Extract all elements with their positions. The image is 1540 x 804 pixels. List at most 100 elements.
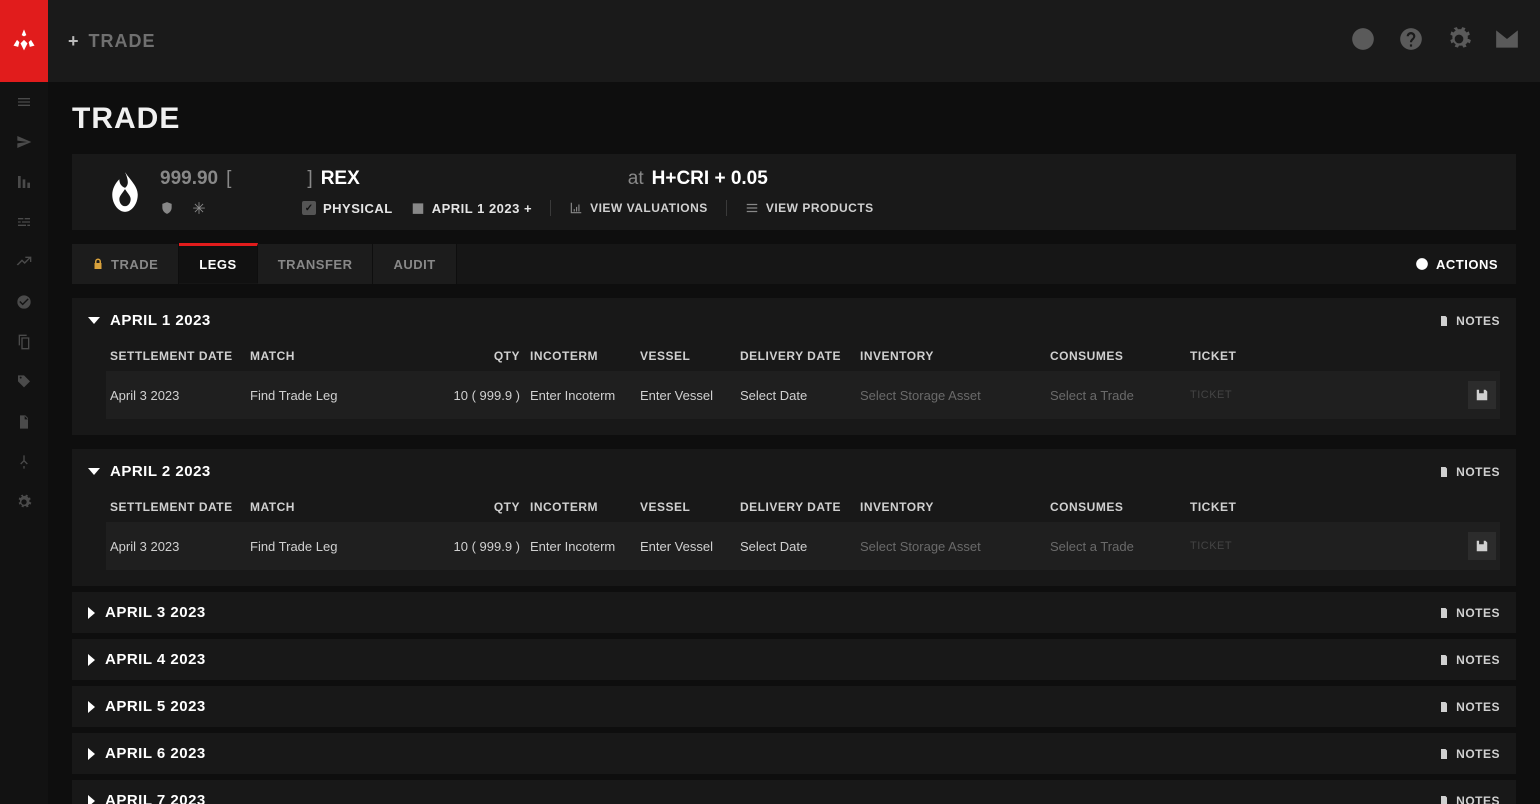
- day-header[interactable]: APRIL 3 2023 NOTES: [88, 604, 1500, 621]
- sliders-icon[interactable]: [0, 202, 48, 242]
- shield-icon[interactable]: [160, 201, 174, 215]
- leg-table-header: SETTLEMENT DATE MATCH QTY INCOTERM VESSE…: [106, 494, 1500, 520]
- send-icon[interactable]: [0, 122, 48, 162]
- day-header[interactable]: APRIL 2 2023 NOTES: [88, 463, 1500, 480]
- incoterm-cell[interactable]: Enter Incoterm: [530, 539, 630, 554]
- topbar-add-trade[interactable]: + TRADE: [68, 31, 156, 52]
- mail-icon[interactable]: [1494, 26, 1520, 57]
- inventory-cell[interactable]: Select Storage Asset: [860, 539, 1040, 554]
- summary-price: H+CRI + 0.05: [652, 168, 768, 190]
- vessel-cell[interactable]: Enter Vessel: [640, 539, 730, 554]
- main-area: + TRADE TRADE 999.90 [ ] REX: [48, 0, 1540, 804]
- document-icon: [1438, 653, 1450, 667]
- app-logo[interactable]: [0, 0, 48, 82]
- vessel-cell[interactable]: Enter Vessel: [640, 388, 730, 403]
- chevron-circle-down-icon: [1415, 257, 1429, 271]
- physical-checkbox[interactable]: ✓ PHYSICAL: [302, 201, 393, 216]
- help-icon[interactable]: [1398, 26, 1424, 57]
- caret-right-icon: [88, 795, 95, 804]
- branch-icon[interactable]: [0, 442, 48, 482]
- document-icon: [1438, 314, 1450, 328]
- view-valuations-button[interactable]: VIEW VALUATIONS: [569, 201, 708, 215]
- day-title: APRIL 5 2023: [105, 698, 206, 715]
- chevron-circle-icon[interactable]: [1350, 26, 1376, 57]
- delivery-date-cell[interactable]: Select Date: [740, 388, 850, 403]
- save-button[interactable]: [1468, 532, 1496, 560]
- summary-amount: 999.90: [160, 168, 218, 190]
- save-icon: [1475, 539, 1489, 553]
- notes-button[interactable]: NOTES: [1438, 314, 1500, 328]
- notes-button[interactable]: NOTES: [1438, 747, 1500, 761]
- lock-icon: [92, 258, 104, 270]
- ticket-cell[interactable]: TICKET: [1190, 389, 1446, 401]
- incoterm-cell[interactable]: Enter Incoterm: [530, 388, 630, 403]
- notes-button[interactable]: NOTES: [1438, 700, 1500, 714]
- day-header[interactable]: APRIL 5 2023 NOTES: [88, 698, 1500, 715]
- caret-right-icon: [88, 654, 95, 666]
- day-title: APRIL 4 2023: [105, 651, 206, 668]
- caret-right-icon: [88, 748, 95, 760]
- tag-icon[interactable]: [0, 362, 48, 402]
- consumes-cell[interactable]: Select a Trade: [1050, 539, 1180, 554]
- chart-icon[interactable]: [0, 162, 48, 202]
- notes-button[interactable]: NOTES: [1438, 606, 1500, 620]
- qty-cell[interactable]: 10 ( 999.9 ): [440, 539, 520, 554]
- tabs: TRADE LEGS TRANSFER AUDIT ACTIONS: [72, 244, 1516, 284]
- qty-cell[interactable]: 10 ( 999.9 ): [440, 388, 520, 403]
- settlement-date-cell[interactable]: April 3 2023: [110, 539, 240, 554]
- view-products-button[interactable]: VIEW PRODUCTS: [745, 201, 874, 215]
- day-header[interactable]: APRIL 1 2023 NOTES: [88, 312, 1500, 329]
- consumes-cell[interactable]: Select a Trade: [1050, 388, 1180, 403]
- day-group: APRIL 4 2023 NOTES: [72, 639, 1516, 680]
- day-header[interactable]: APRIL 6 2023 NOTES: [88, 745, 1500, 762]
- day-title: APRIL 2 2023: [110, 463, 211, 480]
- ticket-cell[interactable]: TICKET: [1190, 540, 1446, 552]
- actions-button[interactable]: ACTIONS: [1397, 257, 1516, 272]
- topbar-title: TRADE: [89, 31, 156, 52]
- save-button[interactable]: [1468, 381, 1496, 409]
- trend-icon[interactable]: [0, 242, 48, 282]
- summary-code: REX: [321, 168, 360, 190]
- notes-button[interactable]: NOTES: [1438, 465, 1500, 479]
- day-title: APRIL 1 2023: [110, 312, 211, 329]
- notes-button[interactable]: NOTES: [1438, 794, 1500, 804]
- settlement-date-cell[interactable]: April 3 2023: [110, 388, 240, 403]
- day-group: APRIL 3 2023 NOTES: [72, 592, 1516, 633]
- document-icon: [1438, 606, 1450, 620]
- document-icon[interactable]: [0, 402, 48, 442]
- topbar: + TRADE: [48, 0, 1540, 82]
- day-header[interactable]: APRIL 7 2023 NOTES: [88, 792, 1500, 804]
- tab-transfer[interactable]: TRANSFER: [258, 244, 374, 284]
- tab-legs[interactable]: LEGS: [179, 243, 257, 283]
- caret-right-icon: [88, 701, 95, 713]
- day-group: APRIL 6 2023 NOTES: [72, 733, 1516, 774]
- day-title: APRIL 7 2023: [105, 792, 206, 804]
- match-cell[interactable]: Find Trade Leg: [250, 539, 430, 554]
- gear-icon[interactable]: [0, 482, 48, 522]
- leg-row: April 3 2023 Find Trade Leg 10 ( 999.9 )…: [106, 522, 1500, 570]
- day-group: APRIL 7 2023 NOTES: [72, 780, 1516, 804]
- match-cell[interactable]: Find Trade Leg: [250, 388, 430, 403]
- notes-button[interactable]: NOTES: [1438, 653, 1500, 667]
- day-title: APRIL 6 2023: [105, 745, 206, 762]
- caret-right-icon: [88, 607, 95, 619]
- settings-gear-icon[interactable]: [1446, 26, 1472, 57]
- hamburger-icon[interactable]: [0, 82, 48, 122]
- leg-row: April 3 2023 Find Trade Leg 10 ( 999.9 )…: [106, 371, 1500, 419]
- tab-trade[interactable]: TRADE: [72, 244, 179, 284]
- snowflake-icon[interactable]: [192, 201, 206, 215]
- caret-down-icon: [88, 317, 100, 324]
- document-icon: [1438, 700, 1450, 714]
- summary-bracket-open: [: [226, 168, 231, 190]
- document-icon: [1438, 794, 1450, 804]
- delivery-date-cell[interactable]: Select Date: [740, 539, 850, 554]
- check-circle-icon[interactable]: [0, 282, 48, 322]
- summary-bracket-close: ]: [307, 168, 312, 190]
- copy-icon[interactable]: [0, 322, 48, 362]
- flame-icon: [90, 172, 160, 212]
- day-header[interactable]: APRIL 4 2023 NOTES: [88, 651, 1500, 668]
- trade-summary: 999.90 [ ] REX at H+CRI + 0.05 ✓ PHYSICA…: [72, 154, 1516, 230]
- tab-audit[interactable]: AUDIT: [373, 244, 456, 284]
- inventory-cell[interactable]: Select Storage Asset: [860, 388, 1040, 403]
- calendar-icon[interactable]: APRIL 1 2023 +: [411, 201, 532, 216]
